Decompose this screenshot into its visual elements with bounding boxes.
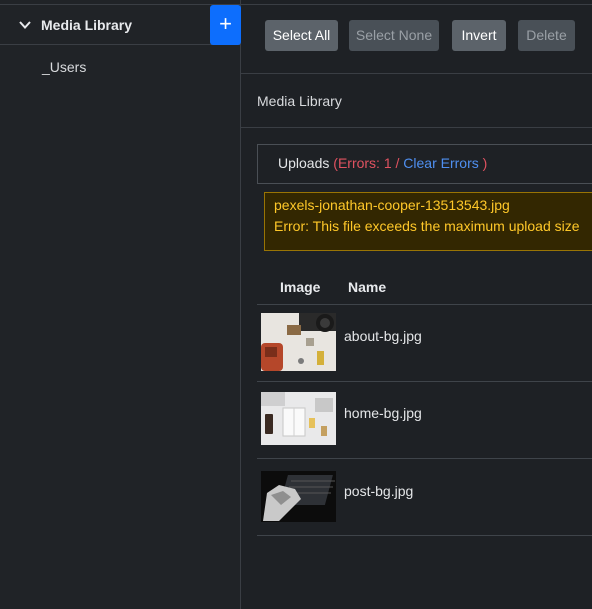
file-name-home-bg[interactable]: home-bg.jpg xyxy=(344,405,422,421)
media-library-app: Media Library + _Users Select All Select… xyxy=(0,0,592,609)
file-name-about-bg[interactable]: about-bg.jpg xyxy=(344,328,422,344)
uploads-label: Uploads xyxy=(278,155,330,171)
sidebar-item-users[interactable]: _Users xyxy=(42,59,86,75)
chevron-down-icon[interactable] xyxy=(18,18,32,32)
uploads-separator: / xyxy=(395,155,400,171)
uploads-paren-close: ) xyxy=(482,155,488,171)
uploads-error-count: Errors: 1 xyxy=(337,155,392,171)
delete-button[interactable]: Delete xyxy=(518,20,575,51)
select-none-button[interactable]: Select None xyxy=(349,20,439,51)
breadcrumb: Media Library xyxy=(257,93,342,109)
table-row-divider xyxy=(257,458,592,459)
column-header-image: Image xyxy=(280,279,321,295)
sidebar-header[interactable]: Media Library xyxy=(0,5,240,45)
table-row-divider xyxy=(257,535,592,536)
table-row-divider xyxy=(257,381,592,382)
column-header-name: Name xyxy=(348,279,387,295)
sidebar: Media Library + _Users xyxy=(0,0,241,609)
toolbar-divider xyxy=(241,73,592,74)
breadcrumb-divider xyxy=(241,127,592,128)
uploads-panel: Uploads (Errors: 1 / Clear Errors ) xyxy=(257,144,592,184)
clear-errors-link[interactable]: Clear Errors xyxy=(403,155,478,171)
uploads-status: Uploads (Errors: 1 / Clear Errors ) xyxy=(278,155,487,171)
upload-error-alert: pexels-jonathan-cooper-13513543.jpg Erro… xyxy=(264,192,592,251)
table-header-divider xyxy=(257,304,592,305)
thumbnail-post-bg[interactable] xyxy=(261,471,336,522)
invert-button[interactable]: Invert xyxy=(452,20,506,51)
main-top-divider xyxy=(241,0,592,5)
main-panel: Select All Select None Invert Delete Med… xyxy=(241,0,592,609)
thumbnail-home-bg[interactable] xyxy=(261,392,336,445)
error-filename: pexels-jonathan-cooper-13513543.jpg xyxy=(274,197,510,213)
sidebar-title: Media Library xyxy=(41,17,133,33)
thumbnail-about-bg[interactable] xyxy=(261,313,336,371)
file-name-post-bg[interactable]: post-bg.jpg xyxy=(344,483,413,499)
error-message: Error: This file exceeds the maximum upl… xyxy=(274,218,580,234)
add-folder-button[interactable]: + xyxy=(210,5,241,45)
select-all-button[interactable]: Select All xyxy=(265,20,338,51)
